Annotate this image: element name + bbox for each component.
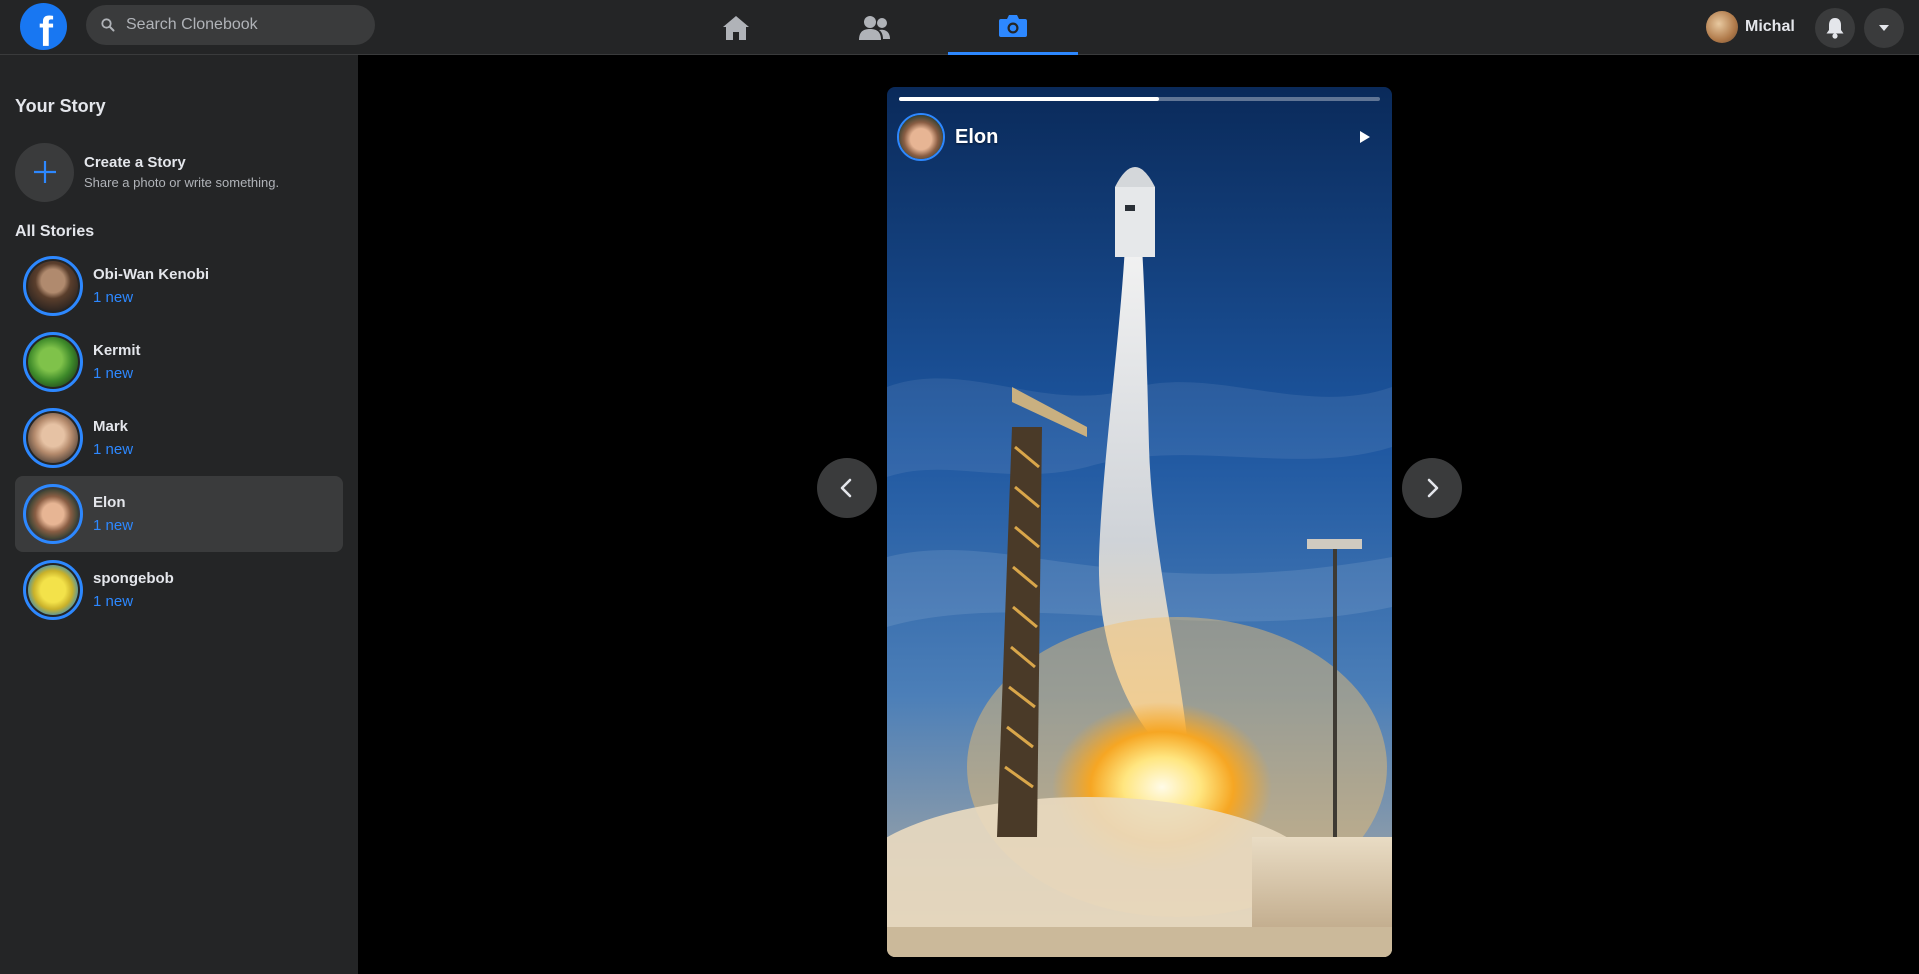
stories-sidebar: Your Story Create a Story Share a photo … <box>0 55 358 974</box>
story-author-name: Elon <box>93 494 126 511</box>
logo-letter: f <box>39 7 53 55</box>
story-progress-bar <box>899 97 1380 101</box>
user-name: Michal <box>1745 18 1795 35</box>
story-new-count: 1 new <box>93 441 134 458</box>
caret-down-icon <box>1879 25 1889 31</box>
tab-friends[interactable] <box>810 0 940 55</box>
story-new-count: 1 new <box>93 289 134 306</box>
chevron-right-icon <box>1427 478 1439 498</box>
next-story-button[interactable] <box>1402 458 1462 518</box>
avatar <box>23 484 83 544</box>
story-author-name[interactable]: Elon <box>955 126 998 149</box>
avatar <box>23 256 83 316</box>
story-image <box>887 87 1392 957</box>
clonebook-logo[interactable]: f <box>20 3 67 55</box>
story-progress-fill <box>899 97 1159 101</box>
story-new-count: 1 new <box>93 365 134 382</box>
user-avatar <box>1706 11 1738 43</box>
search-input[interactable] <box>126 16 356 34</box>
avatar <box>23 332 83 392</box>
story-author-name: Mark <box>93 418 129 435</box>
story-header: Elon <box>897 113 998 161</box>
profile-chip[interactable]: Michal <box>1706 8 1795 46</box>
story-item-elon[interactable]: Elon 1 new <box>15 476 343 552</box>
tab-stories[interactable] <box>948 0 1078 55</box>
stories-list: Obi-Wan Kenobi 1 new Kermit 1 new Mark 1… <box>15 248 343 628</box>
friends-icon <box>859 15 890 40</box>
story-item-mark[interactable]: Mark 1 new <box>15 400 343 476</box>
create-story-title: Create a Story <box>84 154 186 171</box>
home-icon <box>723 15 749 40</box>
story-author-name: Obi-Wan Kenobi <box>93 266 210 283</box>
story-card: Elon <box>887 87 1392 957</box>
all-stories-heading: All Stories <box>15 223 95 240</box>
search-box[interactable] <box>86 5 375 45</box>
story-item-kermit[interactable]: Kermit 1 new <box>15 324 343 400</box>
story-new-count: 1 new <box>93 517 134 534</box>
avatar <box>23 560 83 620</box>
top-bar: f Michal <box>0 0 1919 55</box>
search-icon <box>101 18 115 32</box>
bell-icon <box>1826 18 1844 39</box>
tab-home[interactable] <box>671 0 801 55</box>
story-new-count: 1 new <box>93 593 134 610</box>
play-icon[interactable] <box>1356 129 1372 145</box>
story-item-obi-wan-kenobi[interactable]: Obi-Wan Kenobi 1 new <box>15 248 343 324</box>
story-author-name: spongebob <box>93 570 174 587</box>
your-story-heading: Your Story <box>15 96 106 116</box>
create-story-button[interactable]: Create a Story Share a photo or write so… <box>15 141 345 203</box>
avatar[interactable] <box>897 113 945 161</box>
chevron-left-icon <box>840 478 852 498</box>
create-story-text: Create a Story Share a photo or write so… <box>84 154 279 190</box>
account-menu-button[interactable] <box>1864 8 1904 48</box>
plus-icon <box>15 142 74 202</box>
create-story-subtitle: Share a photo or write something. <box>84 175 280 190</box>
story-item-spongebob[interactable]: spongebob 1 new <box>15 552 343 628</box>
notifications-button[interactable] <box>1815 8 1855 48</box>
avatar <box>23 408 83 468</box>
story-author-name: Kermit <box>93 342 141 359</box>
previous-story-button[interactable] <box>817 458 877 518</box>
camera-icon <box>999 15 1027 37</box>
